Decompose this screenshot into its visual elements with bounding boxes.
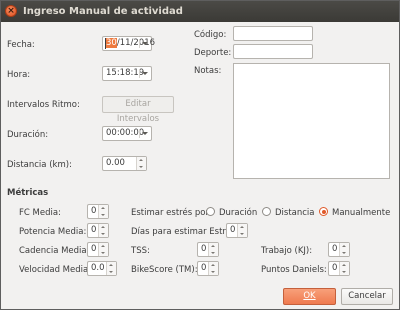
cadencia-media-spinner[interactable]: 0 — [87, 242, 109, 257]
duracion-label: Duración: — [7, 130, 49, 140]
tss-label: TSS: — [131, 246, 150, 256]
spinner-arrows-icon[interactable] — [208, 243, 218, 256]
spinner-arrows-icon[interactable] — [106, 262, 116, 275]
puntos-daniels-spinner[interactable]: 0 — [328, 261, 350, 276]
distancia-value[interactable]: 0.00 — [106, 157, 125, 170]
cadencia-media-value[interactable]: 0 — [91, 243, 96, 256]
distancia-label: Distancia (km): — [7, 160, 72, 170]
distancia-spinner[interactable]: 0.00 — [102, 156, 147, 171]
bikescore-value[interactable]: 0 — [201, 262, 206, 275]
editar-intervalos-button[interactable]: Editar Intervalos — [102, 96, 174, 124]
radio-manualmente[interactable] — [319, 207, 328, 216]
bikescore-spinner[interactable]: 0 — [197, 261, 219, 276]
chevron-down-icon[interactable] — [142, 132, 148, 135]
potencia-media-spinner[interactable]: 0 — [87, 223, 109, 238]
duracion-time-picker[interactable]: 00:00:00 — [102, 126, 152, 141]
fc-media-spinner[interactable]: 0 — [87, 204, 109, 219]
dias-spinner[interactable]: 0 — [226, 223, 248, 238]
fc-media-value[interactable]: 0 — [91, 205, 96, 218]
puntos-daniels-value[interactable]: 0 — [332, 262, 337, 275]
spinner-arrows-icon[interactable] — [98, 205, 108, 218]
spinner-arrows-icon[interactable] — [208, 262, 218, 275]
window-title: Ingreso Manual de actividad — [23, 6, 183, 17]
radio-manualmente-label[interactable]: Manualmente — [332, 208, 390, 218]
fecha-date-picker[interactable]: 30/11/2016 — [102, 36, 155, 51]
spinner-arrows-icon[interactable] — [98, 243, 108, 256]
deporte-label: Deporte: — [194, 48, 232, 58]
dialog-window: × Ingreso Manual de actividad Fecha: 30/… — [0, 0, 400, 310]
velocidad-media-label: Velocidad Media: — [19, 265, 92, 275]
radio-duracion-label[interactable]: Duración — [219, 208, 257, 218]
codigo-label: Código: — [194, 30, 227, 40]
text-caret — [105, 38, 106, 49]
tss-spinner[interactable]: 0 — [197, 242, 219, 257]
cadencia-media-label: Cadencia Media: — [19, 246, 90, 256]
notas-textarea[interactable] — [233, 63, 390, 179]
close-icon[interactable]: × — [5, 5, 17, 17]
fc-media-label: FC Media: — [19, 208, 61, 218]
radio-distancia[interactable] — [262, 207, 271, 216]
deporte-input[interactable] — [233, 44, 313, 59]
chevron-down-icon[interactable] — [142, 72, 148, 75]
spinner-arrows-icon[interactable] — [339, 243, 349, 256]
spinner-arrows-icon[interactable] — [136, 157, 146, 170]
estimar-label: Estimar estrés por: — [131, 208, 212, 218]
spinner-arrows-icon[interactable] — [98, 224, 108, 237]
intervalos-label: Intervalos Ritmo: — [7, 100, 80, 110]
chevron-down-icon[interactable] — [142, 42, 148, 45]
velocidad-media-value[interactable]: 0.0 — [91, 262, 105, 275]
radio-distancia-label[interactable]: Distancia — [275, 208, 315, 218]
ok-button[interactable]: OK — [283, 288, 336, 305]
spinner-arrows-icon[interactable] — [237, 224, 247, 237]
hora-time-picker[interactable]: 15:18:19 — [102, 66, 152, 81]
dias-label: Días para estimar Estrés: — [131, 227, 239, 237]
velocidad-media-spinner[interactable]: 0.0 — [87, 261, 117, 276]
codigo-input[interactable] — [233, 26, 313, 41]
puntos-daniels-label: Puntos Daniels: — [261, 265, 327, 275]
potencia-media-value[interactable]: 0 — [91, 224, 96, 237]
fecha-label: Fecha: — [7, 40, 35, 50]
fecha-day[interactable]: 30 — [106, 38, 117, 48]
title-bar: × Ingreso Manual de actividad — [1, 1, 399, 22]
cancel-button[interactable]: Cancelar — [341, 288, 393, 305]
hora-label: Hora: — [7, 70, 31, 80]
fecha-rest[interactable]: /11/2016 — [117, 38, 155, 48]
bikescore-label: BikeScore (TM): — [131, 265, 198, 275]
radio-duracion[interactable] — [206, 207, 215, 216]
tss-value[interactable]: 0 — [201, 243, 206, 256]
trabajo-spinner[interactable]: 0 — [328, 242, 350, 257]
potencia-media-label: Potencia Media: — [19, 227, 87, 237]
notas-label: Notas: — [194, 66, 222, 76]
metricas-title: Métricas — [7, 188, 49, 198]
trabajo-label: Trabajo (KJ): — [261, 246, 313, 256]
spinner-arrows-icon[interactable] — [339, 262, 349, 275]
dias-value[interactable]: 0 — [230, 224, 235, 237]
trabajo-value[interactable]: 0 — [332, 243, 337, 256]
